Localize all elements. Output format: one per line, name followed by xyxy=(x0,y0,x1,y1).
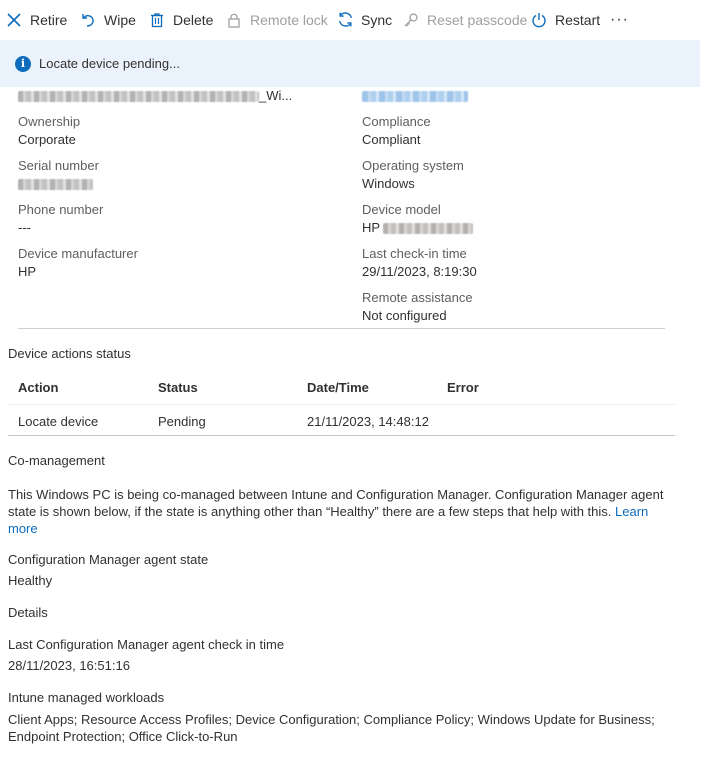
column-header-status[interactable]: Status xyxy=(158,379,198,397)
learn-more-link-part1: Learn xyxy=(615,504,649,519)
row-datetime: 21/11/2023, 14:48:12 xyxy=(307,414,429,429)
device-model-property: Device model HP xyxy=(362,201,474,237)
serial-number-label: Serial number xyxy=(18,158,99,173)
phone-number-label: Phone number xyxy=(18,202,104,217)
details-label: Details xyxy=(8,605,48,620)
command-bar: Retire Wipe Delete Remote lock Sync Rese… xyxy=(0,0,707,39)
remote-assistance-value: Not configured xyxy=(362,308,447,323)
last-agent-checkin-value: 28/11/2023, 16:51:16 xyxy=(8,658,130,673)
row-status: Pending xyxy=(158,414,206,429)
ownership-value: Corporate xyxy=(18,132,76,147)
last-checkin-label: Last check-in time xyxy=(362,246,467,261)
comanagement-description-text: This Windows PC is being co-managed betw… xyxy=(8,487,664,519)
wipe-label: Wipe xyxy=(104,11,136,28)
more-options-button[interactable]: ··· xyxy=(610,0,629,39)
last-agent-checkin-label: Last Configuration Manager agent check i… xyxy=(8,637,285,652)
delete-label: Delete xyxy=(173,11,214,28)
comanagement-title: Co-management xyxy=(8,453,105,468)
actions-table-header: Action Status Date/Time Error xyxy=(8,377,675,403)
redacted-serial-number xyxy=(18,179,93,191)
restart-label: Restart xyxy=(555,11,601,28)
close-icon xyxy=(5,11,23,29)
comanagement-description: This Windows PC is being co-managed betw… xyxy=(8,486,673,537)
reset-passcode-label: Reset passcode xyxy=(427,11,528,28)
device-actions-status-title: Device actions status xyxy=(8,346,131,361)
column-header-action[interactable]: Action xyxy=(18,379,58,397)
restart-button[interactable]: Restart xyxy=(530,0,600,39)
key-icon xyxy=(402,11,420,29)
workloads-value: Client Apps; Resource Access Profiles; D… xyxy=(8,712,655,744)
more-icon: ··· xyxy=(610,10,629,28)
notification-banner: i Locate device pending... xyxy=(0,40,700,87)
sync-icon xyxy=(336,11,354,29)
sync-label: Sync xyxy=(361,11,393,28)
trash-icon xyxy=(148,11,166,29)
learn-more-link-part2: more xyxy=(8,521,38,536)
table-row[interactable]: Locate device Pending 21/11/2023, 14:48:… xyxy=(8,404,675,436)
remote-assistance-property: Remote assistance Not configured xyxy=(362,289,473,325)
lock-icon xyxy=(225,11,243,29)
compliance-property: Compliance Compliant xyxy=(362,113,431,149)
os-label: Operating system xyxy=(362,158,464,173)
phone-number-property: Phone number --- xyxy=(18,201,103,237)
retire-button[interactable]: Retire xyxy=(5,0,67,39)
agent-state-label: Configuration Manager agent state xyxy=(8,552,209,567)
phone-number-value: --- xyxy=(18,220,31,235)
retire-label: Retire xyxy=(30,11,68,28)
compliance-value: Compliant xyxy=(362,132,421,147)
device-name-suffix: _Wi... xyxy=(259,88,293,103)
properties-divider xyxy=(18,328,665,329)
remote-assistance-label: Remote assistance xyxy=(362,290,473,305)
remote-lock-label: Remote lock xyxy=(250,11,328,28)
wipe-button[interactable]: Wipe xyxy=(79,0,136,39)
reset-passcode-button[interactable]: Reset passcode xyxy=(402,0,527,39)
banner-message: Locate device pending... xyxy=(39,56,180,71)
os-value: Windows xyxy=(362,176,415,191)
primary-user-value xyxy=(362,87,468,105)
redacted-primary-user xyxy=(362,91,468,103)
undo-icon xyxy=(79,11,97,29)
sync-button[interactable]: Sync xyxy=(336,0,392,39)
table-divider xyxy=(8,435,675,436)
manufacturer-value: HP xyxy=(18,264,37,279)
power-icon xyxy=(530,11,548,29)
device-name: _Wi... xyxy=(18,87,292,105)
serial-number-property: Serial number xyxy=(18,157,99,193)
device-model-label: Device model xyxy=(362,202,441,217)
manufacturer-property: Device manufacturer HP xyxy=(18,245,138,281)
delete-button[interactable]: Delete xyxy=(148,0,213,39)
remote-lock-button[interactable]: Remote lock xyxy=(225,0,328,39)
column-header-datetime[interactable]: Date/Time xyxy=(307,379,369,397)
last-checkin-property: Last check-in time 29/11/2023, 8:19:30 xyxy=(362,245,477,281)
redacted-device-model xyxy=(383,223,474,235)
last-checkin-value: 29/11/2023, 8:19:30 xyxy=(362,264,477,279)
ownership-property: Ownership Corporate xyxy=(18,113,80,149)
manufacturer-label: Device manufacturer xyxy=(18,246,138,261)
ownership-label: Ownership xyxy=(18,114,81,129)
compliance-label: Compliance xyxy=(362,114,431,129)
workloads-label: Intune managed workloads xyxy=(8,690,165,705)
device-model-prefix: HP xyxy=(362,220,384,235)
agent-state-value: Healthy xyxy=(8,573,53,588)
redacted-device-name xyxy=(18,91,259,103)
os-property: Operating system Windows xyxy=(362,157,464,193)
row-action: Locate device xyxy=(18,414,99,429)
info-icon: i xyxy=(15,55,31,72)
column-header-error[interactable]: Error xyxy=(447,379,479,397)
